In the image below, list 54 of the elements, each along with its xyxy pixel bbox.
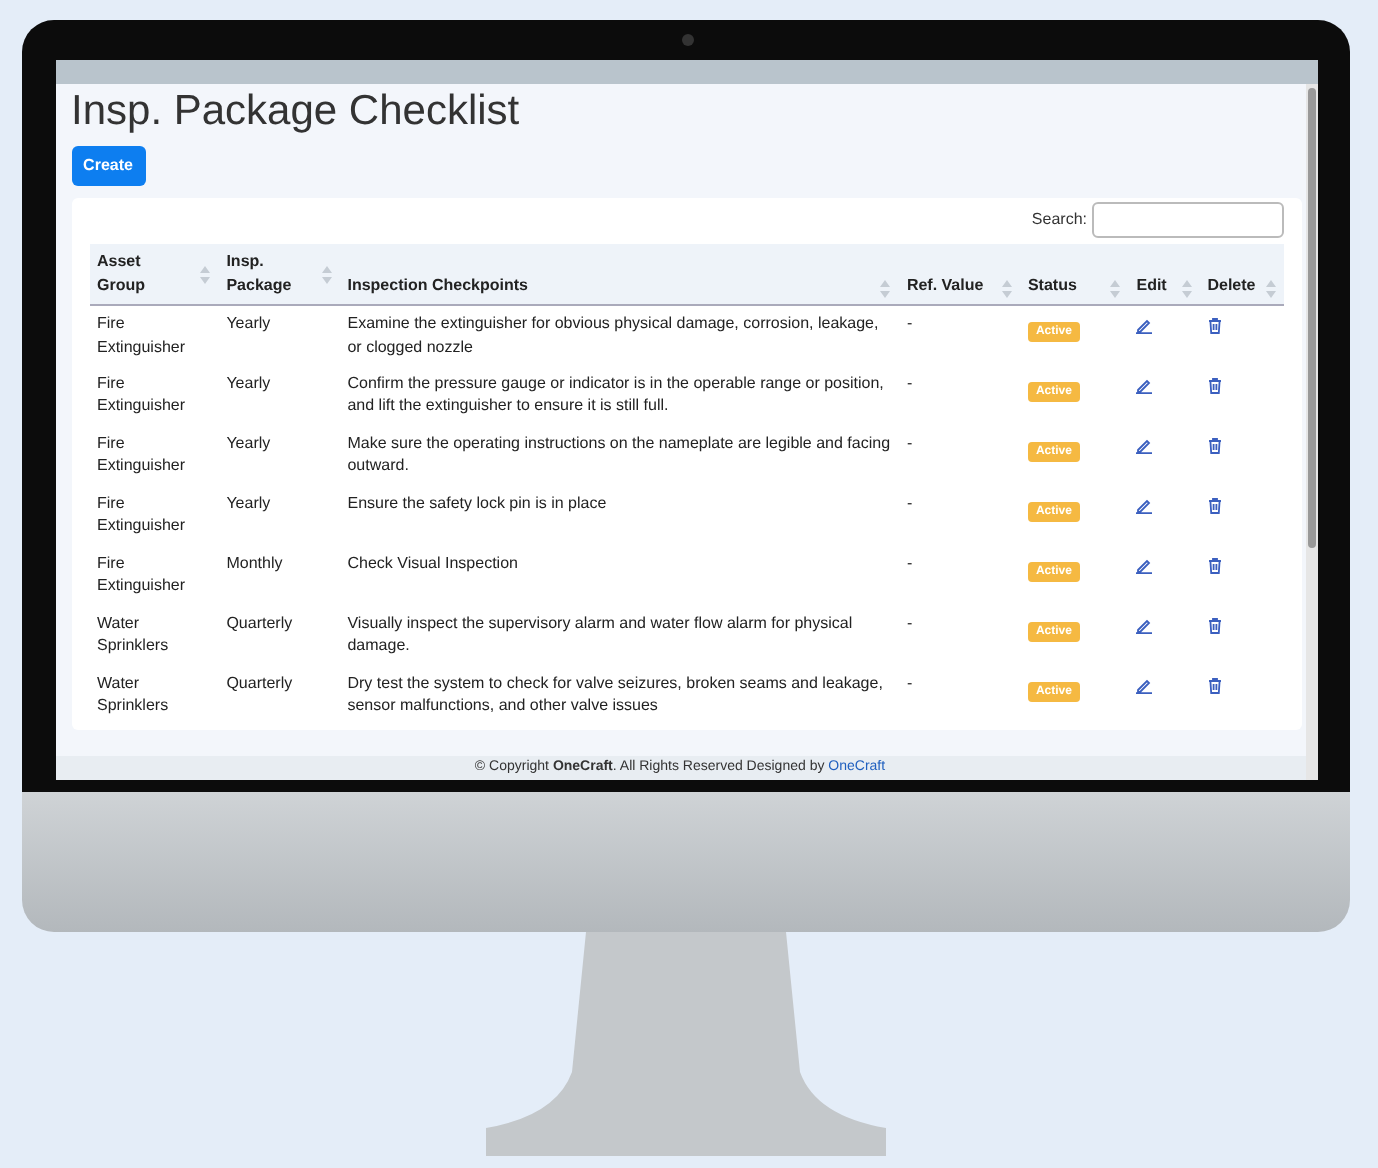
ref-value-cell: - bbox=[906, 373, 913, 391]
page-title: Insp. Package Checklist bbox=[71, 90, 520, 132]
checkpoint-cell: Check Visual Inspection bbox=[347, 553, 518, 571]
checkpoint-cell: Confirm the pressure gauge or indicator is in the operable range or position, and lift the extinguisher to ensure it is still full. bbox=[347, 373, 884, 415]
ref-value-cell: - bbox=[906, 613, 913, 631]
edit-icon[interactable] bbox=[1136, 437, 1153, 453]
delete-icon[interactable] bbox=[1207, 617, 1222, 633]
package-cell: Yearly bbox=[226, 373, 271, 391]
search-field[interactable] bbox=[1091, 202, 1283, 238]
column-header[interactable]: Delete bbox=[1207, 274, 1256, 298]
package-cell: Monthly bbox=[226, 553, 283, 571]
ref-value-cell: - bbox=[906, 433, 913, 451]
delete-icon[interactable] bbox=[1207, 497, 1222, 513]
edit-icon[interactable] bbox=[1136, 617, 1153, 633]
search-label: Search: bbox=[1031, 208, 1087, 232]
package-cell: Quarterly bbox=[226, 673, 293, 691]
asset-group-cell: Water Sprinklers bbox=[97, 673, 169, 715]
column-header[interactable]: Inspection Checkpoints bbox=[347, 274, 528, 298]
asset-group-cell: Fire Extinguisher bbox=[97, 373, 186, 415]
ref-value-cell: - bbox=[906, 314, 913, 332]
ref-value-cell: - bbox=[906, 493, 913, 511]
checkpoint-cell: Make sure the operating instructions on the nameplate are legible and facing outward. bbox=[347, 433, 891, 475]
ref-value-cell: - bbox=[906, 673, 913, 691]
delete-icon[interactable] bbox=[1207, 318, 1222, 334]
edit-icon[interactable] bbox=[1136, 497, 1153, 513]
package-cell: Yearly bbox=[226, 433, 271, 451]
asset-group-cell: Fire Extinguisher bbox=[97, 433, 186, 475]
column-header[interactable]: Insp. Package bbox=[226, 250, 295, 298]
checkpoint-cell: Examine the extinguisher for obvious physical damage, corrosion, leakage, or clogged nozzle bbox=[347, 314, 879, 356]
asset-group-cell: Fire Extinguisher bbox=[97, 553, 186, 595]
column-header[interactable]: Status bbox=[1027, 274, 1077, 298]
column-header[interactable]: Edit bbox=[1136, 274, 1167, 298]
create-button[interactable]: Create bbox=[71, 146, 145, 186]
edit-icon[interactable] bbox=[1136, 318, 1153, 334]
checkpoint-cell: Visually inspect the supervisory alarm and water flow alarm for physical damage. bbox=[347, 613, 853, 655]
checkpoint-cell: Dry test the system to check for valve seizures, broken seams and leakage, sensor malfunctions, and other valve issues bbox=[347, 673, 883, 715]
asset-group-cell: Fire Extinguisher bbox=[97, 493, 186, 535]
edit-icon[interactable] bbox=[1136, 377, 1153, 393]
column-header[interactable]: Asset Group bbox=[97, 250, 165, 298]
delete-icon[interactable] bbox=[1207, 557, 1222, 573]
delete-icon[interactable] bbox=[1207, 437, 1222, 453]
edit-icon[interactable] bbox=[1136, 557, 1153, 573]
edit-icon[interactable] bbox=[1136, 677, 1153, 693]
column-header[interactable]: Ref. Value bbox=[906, 274, 984, 298]
ref-value-cell: - bbox=[906, 553, 913, 571]
asset-group-cell: Water Sprinklers bbox=[97, 613, 169, 655]
package-cell: Yearly bbox=[226, 493, 271, 511]
asset-group-cell: Fire Extinguisher bbox=[97, 314, 186, 356]
package-cell: Yearly bbox=[226, 314, 271, 332]
webcam-icon bbox=[681, 34, 693, 46]
package-cell: Quarterly bbox=[226, 613, 293, 631]
delete-icon[interactable] bbox=[1207, 677, 1222, 693]
delete-icon[interactable] bbox=[1207, 377, 1222, 393]
checkpoint-cell: Ensure the safety lock pin is in place bbox=[347, 493, 607, 511]
